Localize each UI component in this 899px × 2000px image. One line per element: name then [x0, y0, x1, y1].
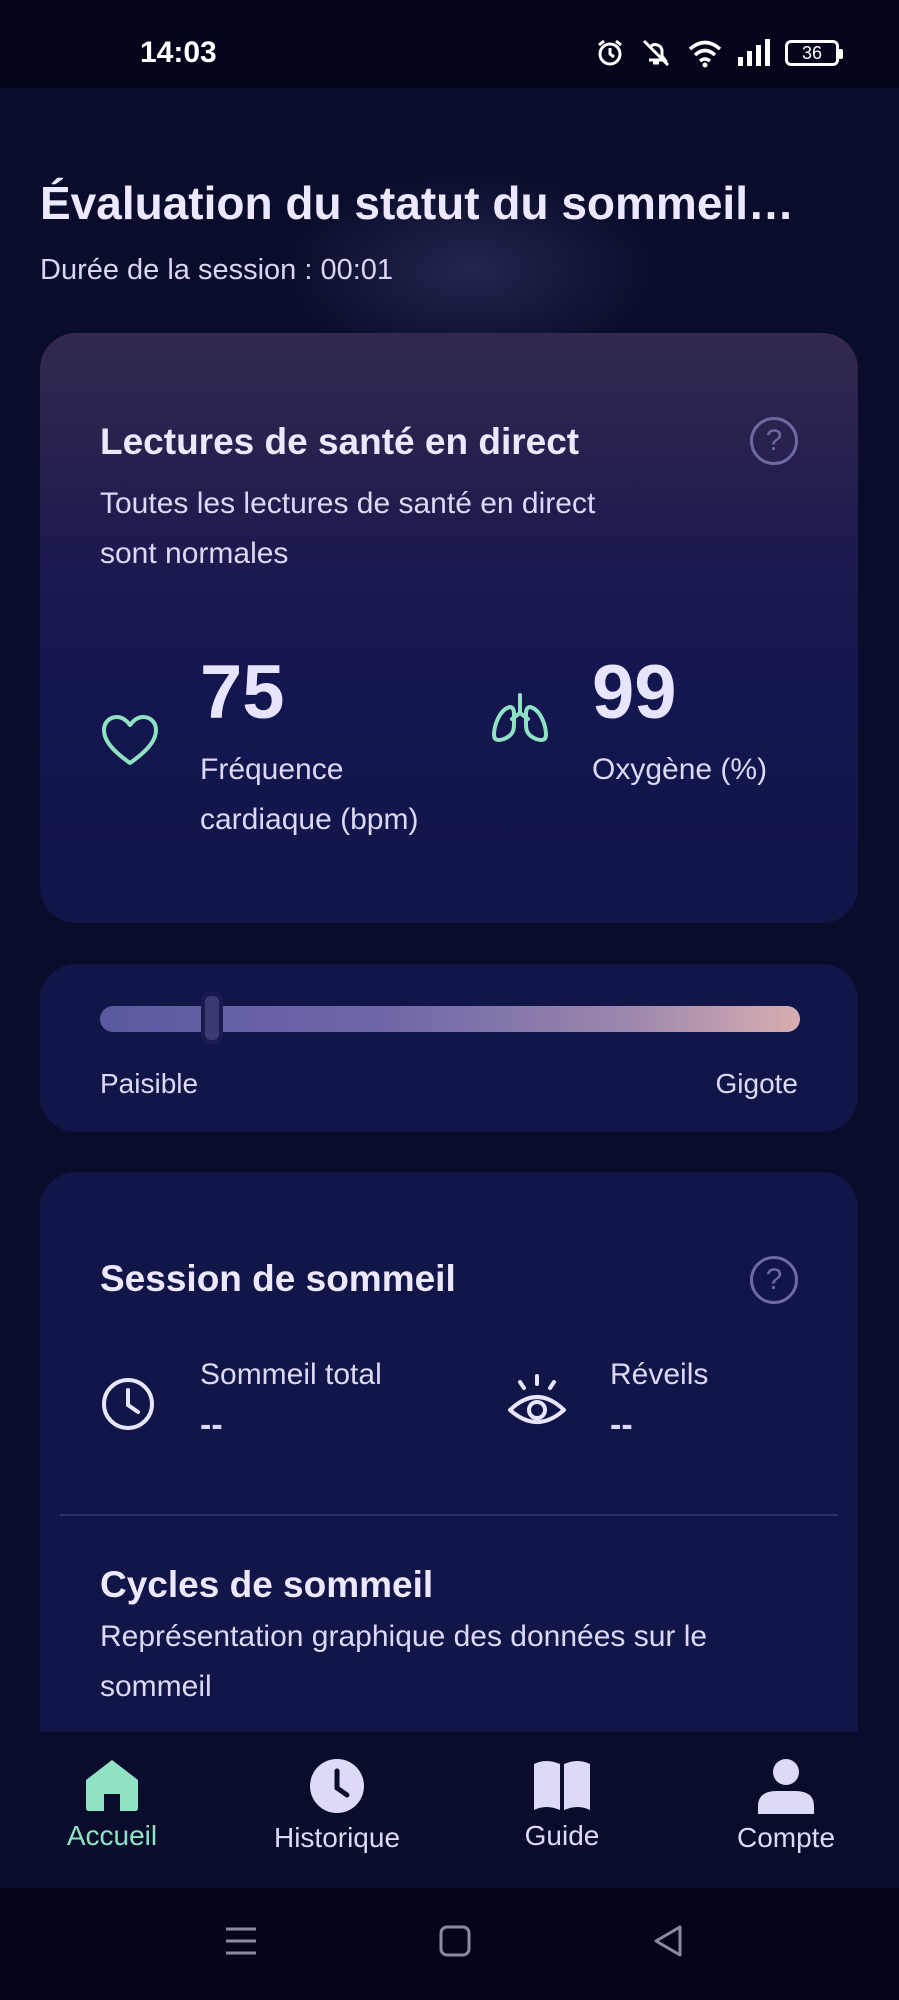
session-card-title: Session de sommeil: [100, 1258, 456, 1299]
signal-icon: [738, 39, 770, 66]
health-card-title: Lectures de santé en direct: [100, 421, 580, 462]
health-card-subtitle: Toutes les lectures de santé en direct s…: [100, 487, 596, 570]
nav-label-compte: Compte: [736, 1822, 836, 1853]
account-icon: [758, 1759, 814, 1814]
home-square-icon[interactable]: [438, 1924, 472, 1958]
total-sleep-label: Sommeil total: [200, 1358, 382, 1391]
cycles-subtitle: Représentation graphique des données sur…: [100, 1620, 708, 1703]
page-title: Évaluation du statut du sommeil…: [40, 177, 794, 229]
movement-slider-thumb[interactable]: [201, 992, 223, 1044]
nav-item-historique[interactable]: Historique: [237, 1758, 437, 1854]
wifi-icon: [688, 40, 722, 68]
history-icon: [310, 1759, 364, 1813]
cycles-title: Cycles de sommeil: [100, 1564, 434, 1605]
back-icon[interactable]: [652, 1924, 686, 1958]
book-icon: [534, 1761, 590, 1810]
total-sleep-value: --: [200, 1406, 223, 1444]
nav-item-compte[interactable]: Compte: [686, 1758, 886, 1854]
slider-right-label: Gigote: [715, 1068, 799, 1099]
heart-icon: [102, 715, 158, 765]
alarm-icon: [598, 39, 622, 66]
wakeups-value: --: [610, 1406, 633, 1444]
status-icons: 36: [595, 38, 843, 68]
battery-icon: 36: [785, 40, 843, 66]
session-help-icon[interactable]: ?: [750, 1256, 798, 1304]
status-bar: 14:03 36: [0, 0, 899, 88]
eye-icon: [508, 1374, 566, 1424]
movement-slider-card: Paisible Gigote: [40, 964, 858, 1132]
slider-left-label: Paisible: [100, 1068, 199, 1099]
nav-label-guide: Guide: [524, 1820, 600, 1851]
oxygen-value: 99: [592, 650, 677, 735]
sleep-session-card: Session de sommeil ? Sommeil total -- Ré…: [40, 1172, 858, 1732]
section-divider: [60, 1514, 838, 1516]
health-help-icon[interactable]: ?: [750, 417, 798, 465]
heart-rate-value: 75: [200, 650, 285, 735]
nav-item-guide[interactable]: Guide: [462, 1758, 662, 1852]
wakeups-label: Réveils: [610, 1358, 709, 1391]
bottom-nav: Accueil Historique Guide Compte: [0, 1732, 899, 1888]
menu-icon[interactable]: [224, 1924, 258, 1958]
session-duration: Durée de la session : 00:01: [40, 254, 394, 286]
clock-icon: [102, 1378, 154, 1430]
home-icon: [86, 1760, 138, 1811]
lungs-icon: [492, 693, 548, 742]
nav-label-accueil: Accueil: [66, 1820, 158, 1851]
nav-label-historique: Historique: [273, 1822, 401, 1853]
system-nav-bar: [0, 1888, 899, 2000]
heart-rate-label: Fréquence cardiaque (bpm): [200, 753, 419, 836]
mute-icon: [642, 39, 670, 67]
status-time: 14:03: [140, 36, 217, 69]
nav-item-accueil[interactable]: Accueil: [12, 1758, 212, 1852]
health-readings-card: Lectures de santé en direct ? Toutes les…: [40, 333, 858, 923]
oxygen-label: Oxygène (%): [592, 753, 768, 786]
